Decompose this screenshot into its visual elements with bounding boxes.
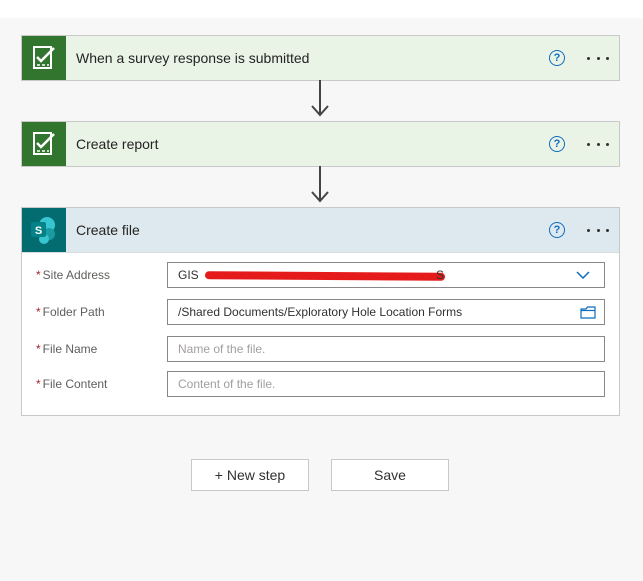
create-report-title: Create report	[76, 136, 159, 152]
folder-icon[interactable]	[580, 306, 596, 319]
more-options-icon[interactable]	[587, 142, 609, 146]
help-icon[interactable]: ?	[549, 50, 565, 66]
create-report-card-header[interactable]: Create report ?	[22, 122, 619, 166]
create-file-card-header[interactable]: S Create file ?	[22, 208, 619, 253]
survey-icon	[22, 122, 66, 166]
connector-arrow-icon	[311, 191, 329, 203]
folder-path-value: /Shared Documents/Exploratory Hole Locat…	[178, 305, 463, 319]
sharepoint-icon: S	[22, 208, 66, 252]
file-name-label: * File Name	[36, 342, 98, 356]
folder-path-field[interactable]: /Shared Documents/Exploratory Hole Locat…	[167, 299, 605, 325]
top-bar	[0, 0, 643, 18]
site-address-value-suffix: S	[436, 268, 445, 282]
trigger-card[interactable]: When a survey response is submitted ?	[21, 35, 620, 81]
new-step-button[interactable]: + New step	[191, 459, 309, 491]
connector-arrow-icon	[311, 105, 329, 117]
site-address-label: * Site Address	[36, 268, 111, 282]
file-name-input[interactable]: Name of the file.	[167, 336, 605, 362]
file-content-input[interactable]: Content of the file.	[167, 371, 605, 397]
survey-icon	[22, 36, 66, 80]
create-file-title: Create file	[76, 222, 140, 238]
help-icon[interactable]: ?	[549, 136, 565, 152]
create-file-form: * Site Address GIS S * Folder Path /Shared…	[22, 253, 619, 415]
file-content-label: * File Content	[36, 377, 108, 391]
trigger-card-header[interactable]: When a survey response is submitted ?	[22, 36, 619, 80]
sharepoint-letter: S	[35, 225, 42, 237]
create-file-card[interactable]: S Create file ? * Site Address GIS S * Fol…	[21, 207, 620, 416]
chevron-down-icon[interactable]	[576, 271, 590, 279]
site-address-dropdown[interactable]: GIS S	[167, 262, 605, 288]
site-address-value-prefix: GIS	[178, 268, 199, 282]
trigger-title: When a survey response is submitted	[76, 50, 310, 66]
save-button[interactable]: Save	[331, 459, 449, 491]
help-icon[interactable]: ?	[549, 222, 565, 238]
create-report-card[interactable]: Create report ?	[21, 121, 620, 167]
redaction-mark	[204, 271, 446, 281]
more-options-icon[interactable]	[587, 228, 609, 232]
more-options-icon[interactable]	[587, 56, 609, 60]
folder-path-label: * Folder Path	[36, 305, 105, 319]
